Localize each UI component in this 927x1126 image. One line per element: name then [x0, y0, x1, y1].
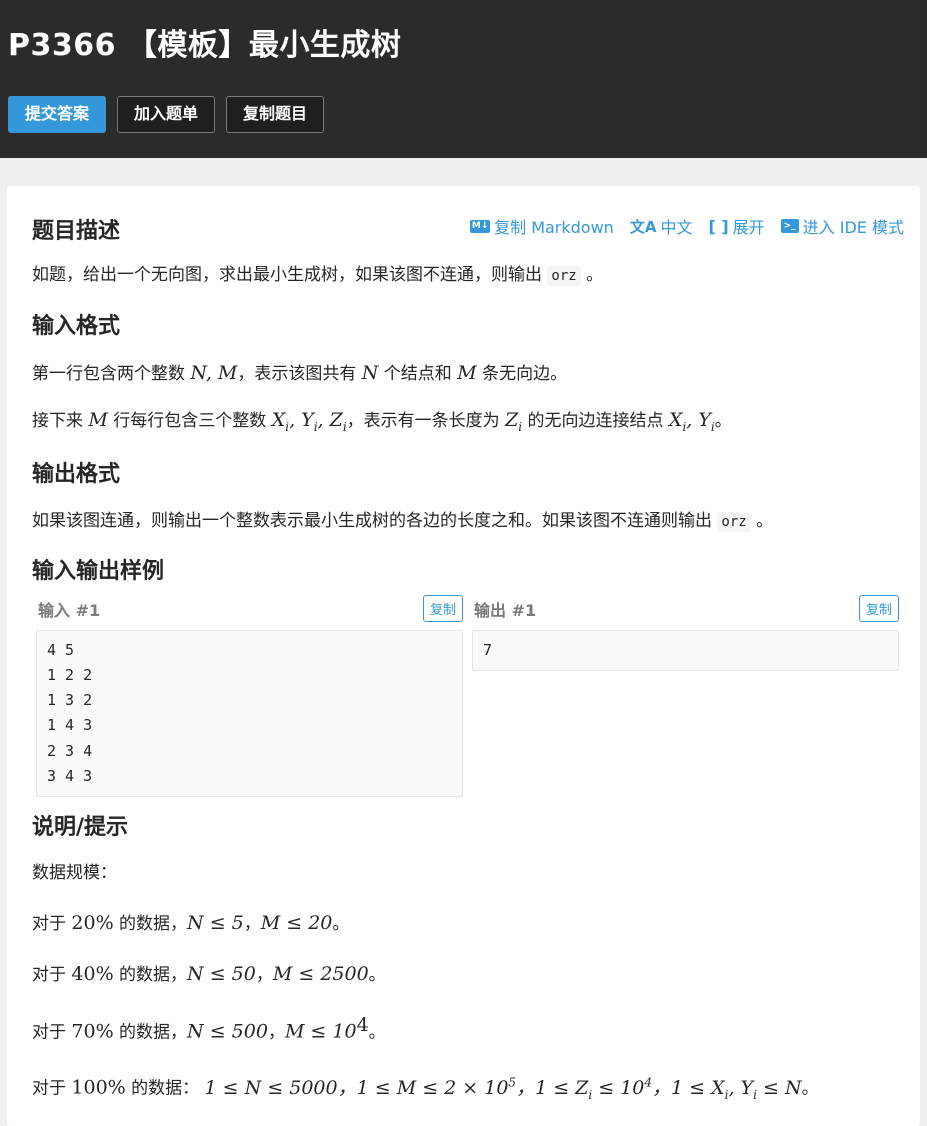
toolbar: M↓ 复制 Markdown 文A 中文 [ ] 展开 >_ 进入 IDE 模式 — [470, 214, 904, 238]
output-format-text: 如果该图连通，则输出一个整数表示最小生成树的各边的长度之和。如果该图不连通则输出… — [32, 510, 774, 532]
sample-input-code: 4 5 1 2 2 1 3 2 1 4 3 2 3 4 3 4 3 — [36, 629, 463, 798]
sample-output-code: 7 — [472, 629, 899, 671]
ide-mode-label: 进入 IDE 模式 — [802, 218, 904, 237]
copy-problem-button[interactable]: 复制题目 — [226, 96, 325, 133]
xy-math: Xi, Yi — [668, 409, 715, 434]
sample-output-label: 输出 #1 — [474, 600, 537, 620]
xyz-math: Xi, Yi, Zi — [271, 409, 347, 434]
copy-markdown-label: 复制 Markdown — [494, 218, 614, 237]
samples-heading: 输入输出样例 — [32, 558, 165, 584]
z-math: Zi — [505, 409, 523, 434]
expand-link[interactable]: [ ] 展开 — [708, 214, 764, 238]
output-format-heading: 输出格式 — [32, 461, 121, 487]
hint-intro: 数据规模： — [32, 862, 117, 883]
hint-line-2: 对于 40% 的数据，N ≤ 50，M ≤ 2500。 — [32, 962, 386, 985]
translate-icon: 文A — [629, 217, 657, 236]
problem-card: 题目描述 M↓ 复制 Markdown 文A 中文 [ ] 展开 >_ 进入 I… — [7, 186, 920, 1126]
language-label: 中文 — [660, 218, 693, 237]
markdown-icon: M↓ — [470, 219, 491, 233]
submit-button[interactable]: 提交答案 — [8, 96, 107, 133]
input-format-line-1: 第一行包含两个整数 N, M，表示该图共有 N 个结点和 M 条无向边。 — [32, 362, 568, 384]
expand-icon: [ ] — [708, 216, 729, 236]
copy-output-button[interactable]: 复制 — [858, 594, 899, 622]
add-to-list-button[interactable]: 加入题单 — [117, 96, 216, 133]
input-format-heading: 输入格式 — [32, 314, 121, 339]
constraint-math: 1 ≤ N ≤ 5000，1 ≤ M ≤ 2 × 105，1 ≤ Zi ≤ 10… — [204, 1075, 802, 1102]
hint-line-1: 对于 20% 的数据，N ≤ 5，M ≤ 20。 — [32, 911, 350, 934]
samples-area: 输入 #1 复制 4 5 1 2 2 1 3 2 1 4 3 2 3 4 3 4… — [32, 594, 899, 798]
description-text: 如题，给出一个无向图，求出最小生成树，如果该图不连通，则输出 orz 。 — [32, 265, 604, 286]
ide-mode-link[interactable]: >_ 进入 IDE 模式 — [780, 214, 904, 238]
input-format-line-2: 接下来 M 行每行包含三个整数 Xi, Yi, Zi，表示有一条长度为 Zi 的… — [32, 409, 732, 434]
copy-markdown-link[interactable]: M↓ 复制 Markdown — [470, 214, 614, 238]
description-heading: 题目描述 — [32, 219, 121, 244]
inline-code: orz — [547, 266, 581, 286]
inline-code: orz — [717, 511, 751, 532]
hint-line-4: 对于 100% 的数据： 1 ≤ N ≤ 5000，1 ≤ M ≤ 2 × 10… — [32, 1075, 819, 1102]
copy-input-button[interactable]: 复制 — [422, 594, 463, 622]
problem-title: P3366 【模板】最小生成树 — [8, 28, 402, 63]
hint-heading: 说明/提示 — [32, 814, 129, 840]
card-topbar: 题目描述 M↓ 复制 Markdown 文A 中文 [ ] 展开 >_ 进入 I… — [32, 186, 904, 258]
hint-line-3: 对于 70% 的数据，N ≤ 500，M ≤ 104。 — [32, 1013, 386, 1043]
language-link[interactable]: 文A 中文 — [630, 214, 693, 238]
expand-label: 展开 — [732, 218, 765, 237]
sample-input-label: 输入 #1 — [38, 600, 101, 620]
header-button-row: 提交答案 加入题单 复制题目 — [8, 96, 927, 133]
problem-header: P3366 【模板】最小生成树 提交答案 加入题单 复制题目 — [0, 0, 927, 158]
terminal-icon: >_ — [780, 219, 799, 233]
